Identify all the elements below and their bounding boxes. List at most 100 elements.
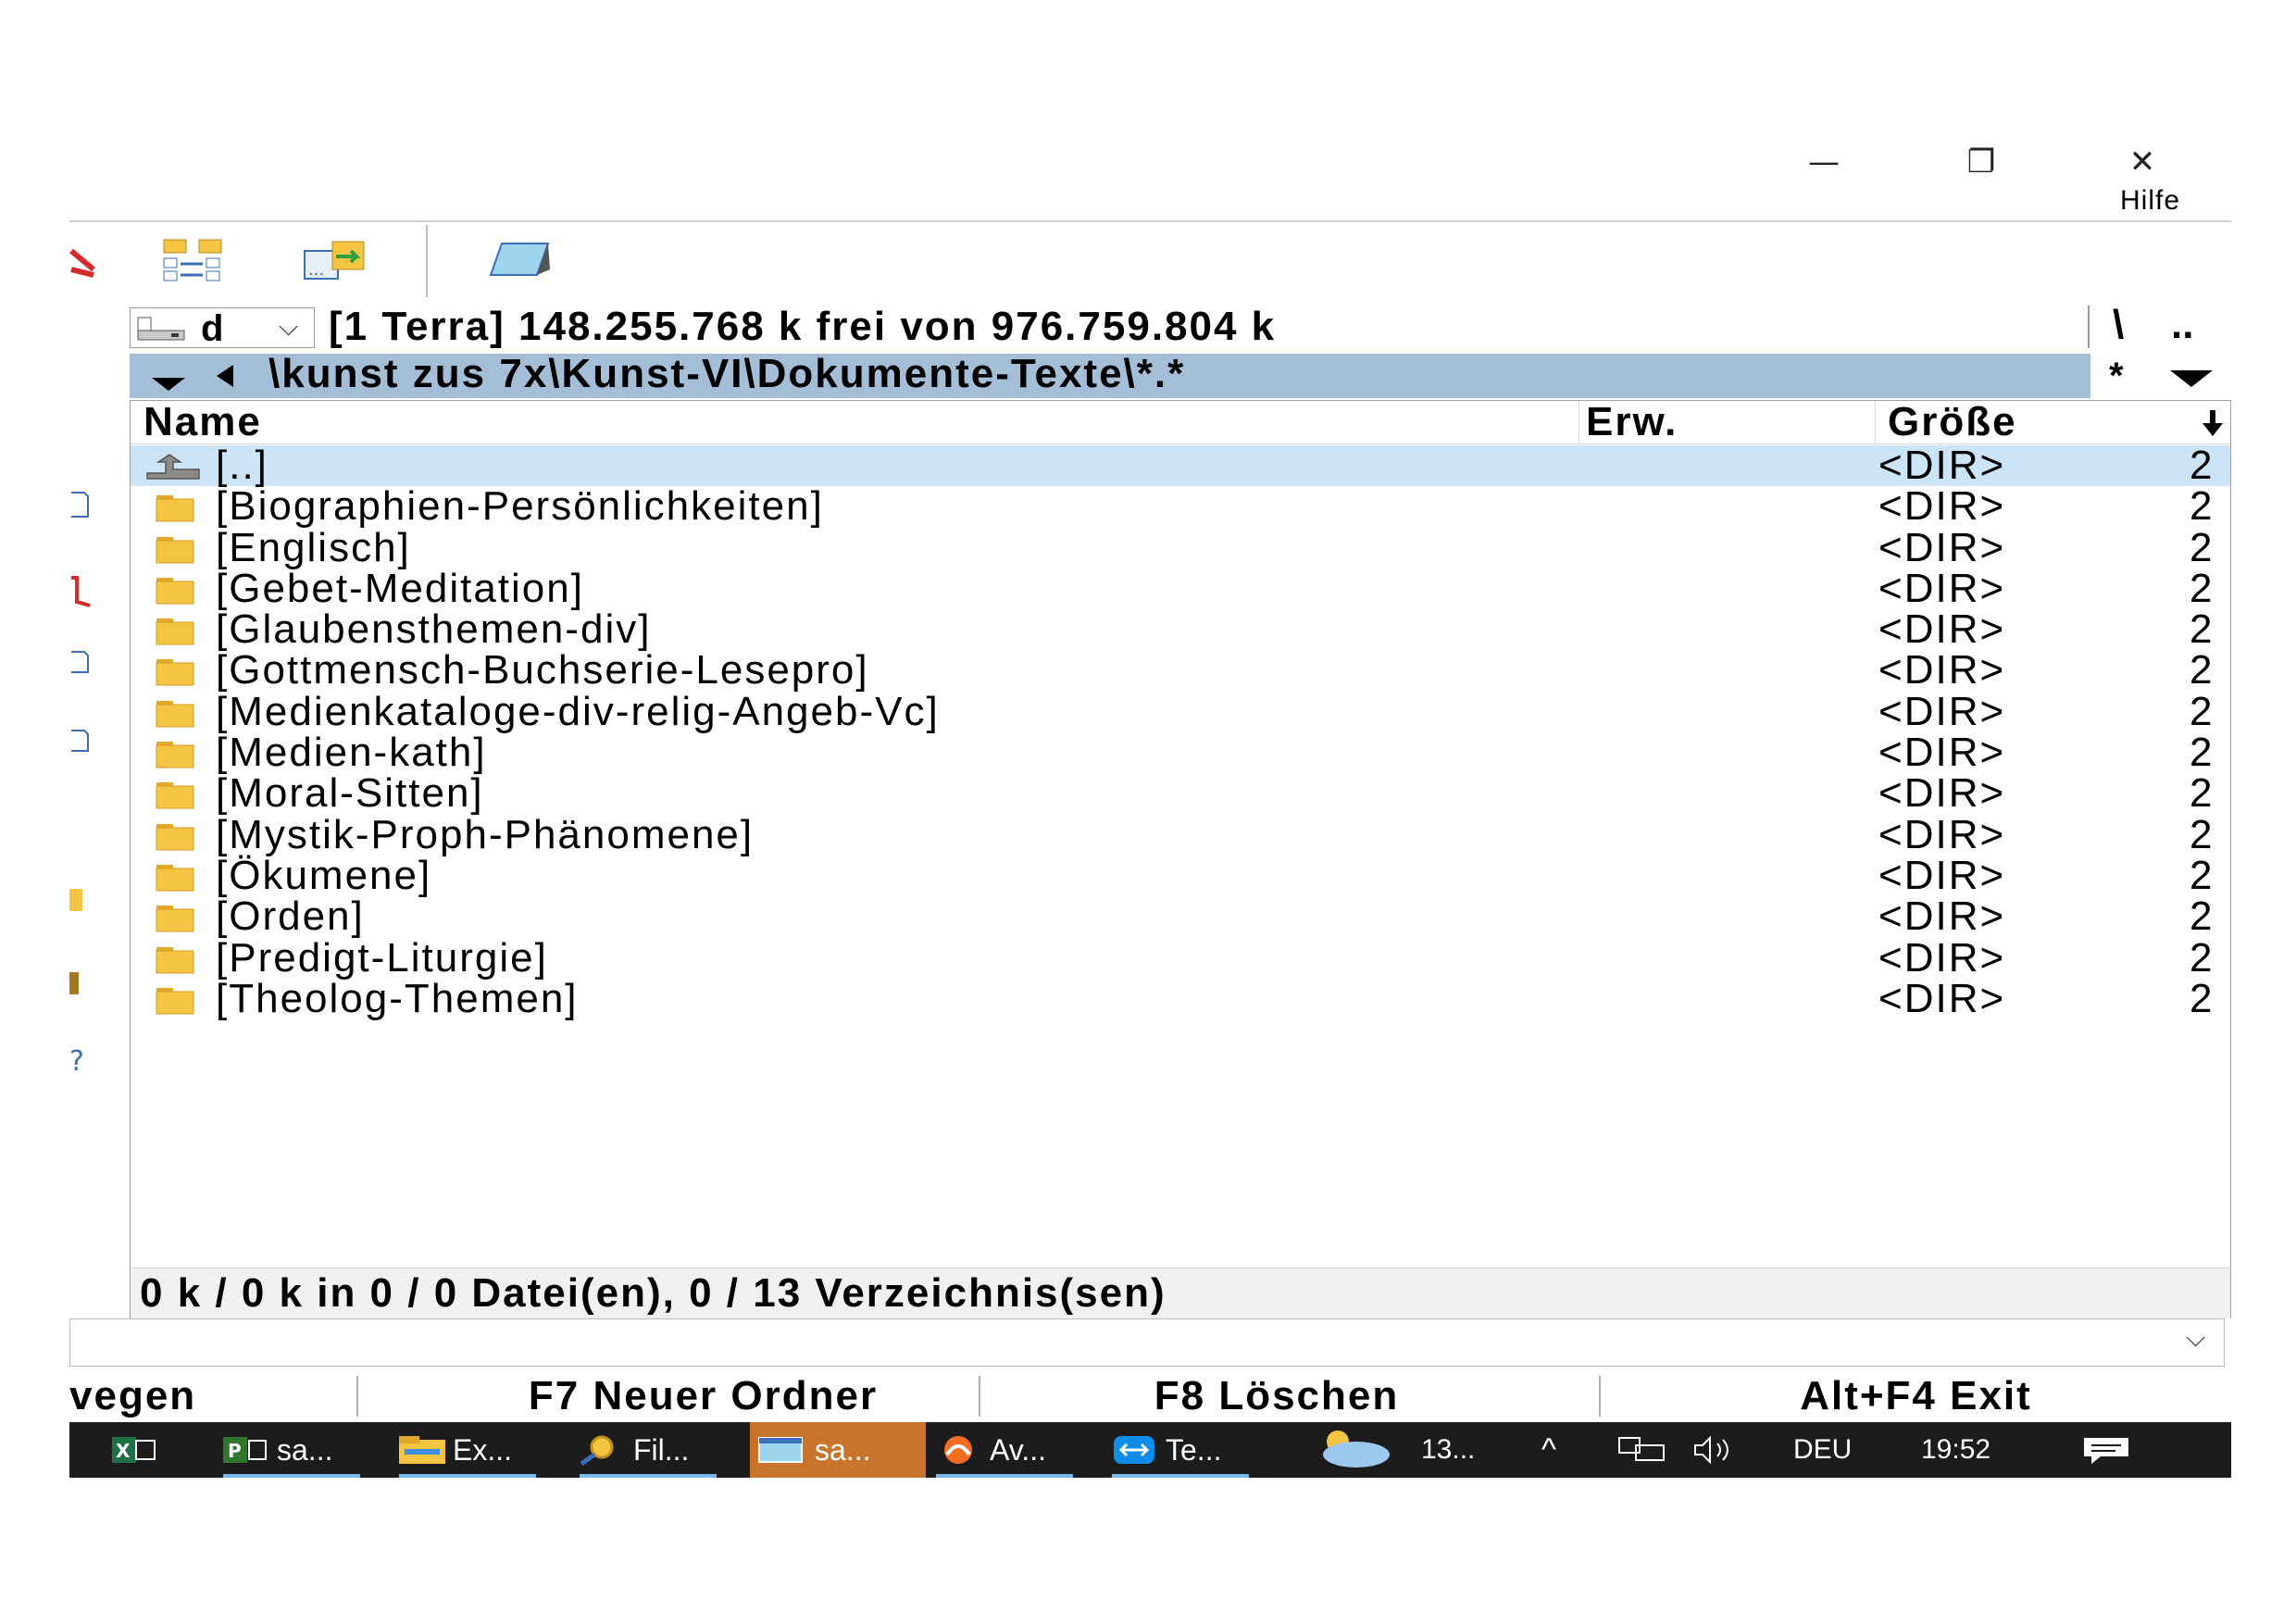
taskbar-app-avast[interactable]: Av... bbox=[930, 1422, 1079, 1478]
svg-text:...: ... bbox=[308, 260, 324, 280]
column-divider[interactable] bbox=[1875, 401, 1876, 443]
f7-new-folder-button[interactable]: F7 Neuer Ordner bbox=[358, 1370, 1048, 1422]
table-row[interactable]: [Medienkataloge-div-relig-Angeb-Vc] <DIR>… bbox=[131, 688, 2230, 734]
file-icon bbox=[71, 730, 89, 752]
status-text: 0 k / 0 k in 0 / 0 Datei(en), 0 / 13 Ver… bbox=[140, 1270, 1167, 1316]
column-size[interactable]: Größe bbox=[1888, 401, 2017, 443]
file-size: <DIR> bbox=[1878, 893, 2006, 940]
folder-icon bbox=[156, 495, 194, 522]
file-name: [Glaubensthemen-div] bbox=[216, 606, 652, 653]
folder-icon bbox=[156, 823, 194, 851]
folder-icon bbox=[156, 659, 194, 686]
taskbar: X P sa... Ex... Fil... sa... Av... Te...… bbox=[69, 1422, 2231, 1478]
command-line-input[interactable]: ⌵ bbox=[69, 1318, 2225, 1367]
table-row[interactable]: [Englisch] <DIR> 2 bbox=[131, 524, 2230, 570]
taskbar-app-excel[interactable]: X bbox=[106, 1422, 190, 1478]
file-size: <DIR> bbox=[1878, 524, 2006, 570]
clock[interactable]: 19:52 bbox=[1921, 1422, 1990, 1478]
menu-item-hilfe[interactable]: Hilfe bbox=[2120, 185, 2180, 217]
sync-dirs-icon[interactable]: ... bbox=[301, 238, 368, 284]
caret-left-icon[interactable] bbox=[209, 359, 237, 396]
folder-icon bbox=[156, 782, 194, 809]
folder-icon bbox=[156, 946, 194, 974]
file-size: <DIR> bbox=[1878, 483, 2006, 530]
alt-f4-exit-button[interactable]: Alt+F4 Exit bbox=[1601, 1370, 2231, 1422]
table-row[interactable]: [Mystik-Proph-Phänomene] <DIR> 2 bbox=[131, 814, 2230, 856]
taskbar-app-filesearch[interactable]: Fil... bbox=[574, 1422, 722, 1478]
language-indicator[interactable]: DEU bbox=[1793, 1422, 1852, 1478]
file-name: [Englisch] bbox=[216, 524, 411, 570]
file-date: 2 bbox=[2190, 565, 2213, 611]
filter-button[interactable]: * bbox=[2109, 356, 2124, 397]
table-row[interactable]: [Gebet-Meditation] <DIR> 2 bbox=[131, 568, 2230, 609]
table-row[interactable]: [Gottmensch-Buchserie-Lesepro] <DIR> 2 bbox=[131, 650, 2230, 691]
file-panel[interactable]: Name Erw. Größe [..] <DIR> 2 [Biographien-P… bbox=[130, 400, 2231, 1318]
close-button[interactable]: ✕ bbox=[2115, 139, 2170, 185]
f6-move-button[interactable]: vegen bbox=[69, 1370, 241, 1422]
compare-folders-icon[interactable] bbox=[162, 238, 227, 282]
chevron-down-icon: ⌵ bbox=[279, 312, 299, 341]
table-row[interactable]: [Orden] <DIR> 2 bbox=[131, 896, 2230, 937]
sort-arrow-icon[interactable] bbox=[2197, 408, 2228, 438]
taskbar-app-explorer[interactable]: Ex... bbox=[393, 1422, 542, 1478]
weather-widget[interactable]: 13... bbox=[1310, 1422, 1475, 1478]
column-name[interactable]: Name bbox=[144, 401, 262, 443]
taskbar-app-project[interactable]: P sa... bbox=[218, 1422, 366, 1478]
folder-icon bbox=[156, 536, 194, 564]
taskbar-app-teamviewer[interactable]: Te... bbox=[1106, 1422, 1254, 1478]
project-icon: P bbox=[223, 1437, 267, 1463]
file-name: [Gebet-Meditation] bbox=[216, 565, 584, 611]
weather-cloud-icon bbox=[1323, 1430, 1390, 1468]
network-status[interactable] bbox=[1616, 1422, 1675, 1478]
notepad-icon[interactable] bbox=[481, 238, 555, 282]
file-name: [Moral-Sitten] bbox=[216, 770, 484, 817]
svg-text:P: P bbox=[228, 1440, 242, 1462]
minimize-button[interactable]: — bbox=[1796, 139, 1852, 185]
column-divider[interactable] bbox=[1578, 401, 1579, 443]
toolbar: ... bbox=[69, 227, 2231, 306]
table-row[interactable]: [Glaubensthemen-div] <DIR> 2 bbox=[131, 609, 2230, 650]
tray-overflow-button[interactable]: ^ bbox=[1541, 1422, 1556, 1478]
table-row[interactable]: [Biographien-Persönlichkeiten] <DIR> 2 bbox=[131, 486, 2230, 527]
task-underline bbox=[223, 1474, 360, 1478]
close-icon: ✕ bbox=[2128, 144, 2156, 181]
notifications-button[interactable] bbox=[2078, 1422, 2134, 1478]
column-ext[interactable]: Erw. bbox=[1586, 401, 1678, 443]
file-date: 2 bbox=[2190, 483, 2213, 530]
parent-folder-icon bbox=[146, 454, 200, 480]
delete-icon[interactable] bbox=[69, 244, 97, 281]
folder-icon bbox=[156, 700, 194, 728]
toolbar-divider bbox=[426, 225, 428, 297]
root-dir-button[interactable]: \ bbox=[2113, 302, 2124, 348]
table-row[interactable]: [..] <DIR> 2 bbox=[131, 445, 2230, 487]
volume-control[interactable] bbox=[1690, 1422, 1741, 1478]
file-date: 2 bbox=[2190, 688, 2213, 734]
chevron-down-icon[interactable]: ⌵ bbox=[2186, 1323, 2205, 1354]
file-date: 2 bbox=[2190, 647, 2213, 693]
f8-delete-button[interactable]: F8 Löschen bbox=[980, 1370, 1573, 1422]
table-row[interactable]: [Theolog-Themen] <DIR> 2 bbox=[131, 978, 2230, 1019]
restore-icon: ❐ bbox=[1966, 144, 1996, 181]
drive-info: [1 Terra] 148.255.768 k frei von 976.759… bbox=[329, 304, 1277, 349]
table-row[interactable]: [Ökumene] <DIR> 2 bbox=[131, 852, 2230, 898]
table-row[interactable]: [Moral-Sitten] <DIR> 2 bbox=[131, 773, 2230, 814]
path-bar[interactable]: \kunst zus 7x\Kunst-VI\Dokumente-Texte\*… bbox=[130, 354, 2090, 398]
archive-icon bbox=[69, 972, 79, 994]
file-size: <DIR> bbox=[1878, 934, 2006, 981]
left-panel-edge: ? bbox=[69, 306, 97, 1324]
drive-selector[interactable]: d ⌵ bbox=[130, 307, 315, 349]
excel-icon: X bbox=[112, 1437, 156, 1463]
folder-icon bbox=[156, 742, 194, 768]
restore-button[interactable]: ❐ bbox=[1953, 139, 2009, 185]
file-name: [Ökumene] bbox=[216, 852, 432, 898]
parent-dir-button[interactable]: .. bbox=[2171, 302, 2193, 348]
history-dropdown-icon[interactable] bbox=[2166, 365, 2218, 393]
table-row[interactable]: [Medien-kath] <DIR> 2 bbox=[131, 732, 2230, 773]
file-name: [Gottmensch-Buchserie-Lesepro] bbox=[216, 647, 869, 693]
caret-down-icon[interactable] bbox=[148, 359, 194, 396]
task-underline bbox=[936, 1474, 1073, 1478]
table-row[interactable]: [Predigt-Liturgie] <DIR> 2 bbox=[131, 934, 2230, 981]
file-date: 2 bbox=[2190, 852, 2213, 898]
file-size: <DIR> bbox=[1878, 565, 2006, 611]
taskbar-app-active-window[interactable]: sa... bbox=[750, 1422, 926, 1478]
